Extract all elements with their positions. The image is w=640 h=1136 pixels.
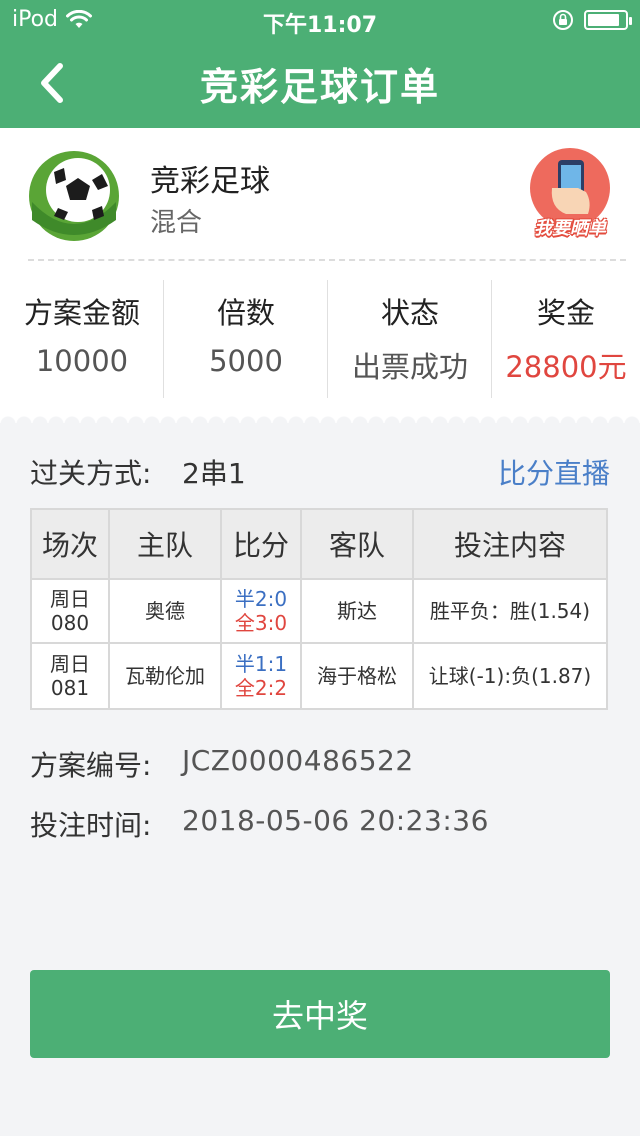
pass-type-label: 过关方式: bbox=[30, 457, 152, 490]
status-time: 下午11:07 bbox=[262, 13, 378, 38]
stat-status: 状态 出票成功 bbox=[328, 280, 492, 398]
match-cell: 周日 080 bbox=[32, 580, 110, 642]
match-cell: 周日 081 bbox=[32, 644, 110, 708]
away-team: 斯达 bbox=[302, 580, 414, 642]
stats-row: 方案金额 10000 倍数 5000 状态 出票成功 奖金 28800元 bbox=[0, 280, 640, 400]
soccer-ball-icon bbox=[29, 151, 119, 241]
bet-time-label: 投注时间: bbox=[30, 809, 152, 842]
stat-value: 出票成功 bbox=[351, 350, 468, 384]
battery-icon bbox=[584, 10, 632, 30]
bet-content: 让球(-1):负(1.87) bbox=[428, 664, 592, 688]
share-order-button[interactable]: 我要晒单 bbox=[524, 148, 614, 244]
scheme-id-value: JCZ0000486522 bbox=[182, 744, 414, 777]
scheme-id-label: 方案编号: bbox=[30, 749, 152, 782]
scalloped-edge bbox=[0, 410, 640, 424]
lottery-play-type: 混合 bbox=[150, 208, 203, 238]
divider bbox=[28, 259, 626, 261]
full-time-score: 全2:2 bbox=[234, 676, 288, 700]
app-header: iPod 下午11:07 竞彩足球订单 bbox=[0, 0, 640, 128]
lottery-name: 竞彩足球 bbox=[150, 164, 270, 199]
match-table: 场次 主队 比分 客队 投注内容 周日 080 奥德 半2:0 全3:0 斯达 … bbox=[30, 508, 608, 710]
score-cell: 半1:1 全2:2 bbox=[222, 644, 302, 708]
home-team: 瓦勒伦加 bbox=[110, 644, 222, 708]
go-win-button[interactable]: 去中奖 bbox=[30, 970, 610, 1058]
match-number: 080 bbox=[50, 611, 90, 635]
battery-fill bbox=[588, 14, 619, 26]
full-time-score: 全3:0 bbox=[234, 611, 288, 635]
status-bar: iPod 下午11:07 bbox=[0, 0, 640, 40]
half-time-score: 半1:1 bbox=[234, 652, 288, 676]
header-cell: 场次 bbox=[32, 510, 110, 578]
stat-value: 10000 bbox=[35, 344, 129, 378]
header-cell: 客队 bbox=[302, 510, 414, 578]
rotation-lock-icon bbox=[553, 10, 573, 30]
stat-label: 方案金额 bbox=[23, 296, 140, 330]
stat-label: 状态 bbox=[380, 296, 439, 330]
match-number: 081 bbox=[50, 676, 90, 700]
half-time-score: 半2:0 bbox=[234, 587, 288, 611]
match-day: 周日 bbox=[50, 652, 90, 676]
away-team: 海于格松 bbox=[302, 644, 414, 708]
pass-type-value: 2串1 bbox=[182, 457, 246, 490]
stat-prize: 奖金 28800元 bbox=[492, 280, 640, 398]
home-team: 奥德 bbox=[110, 580, 222, 642]
stat-label: 倍数 bbox=[216, 296, 275, 330]
stat-value: 5000 bbox=[209, 344, 283, 378]
header-cell: 主队 bbox=[110, 510, 222, 578]
score-cell: 半2:0 全3:0 bbox=[222, 580, 302, 642]
live-score-link[interactable]: 比分直播 bbox=[498, 452, 610, 492]
bet-time-value: 2018-05-06 20:23:36 bbox=[182, 804, 489, 837]
order-summary-card: 竞彩足球 混合 我要晒单 方案金额 10000 倍数 5000 状态 出票成功 bbox=[0, 128, 640, 424]
page-title: 竞彩足球订单 bbox=[199, 65, 440, 109]
table-row: 周日 081 瓦勒伦加 半1:1 全2:2 海于格松 让球(-1):负(1.87… bbox=[32, 644, 606, 708]
header-cell: 比分 bbox=[222, 510, 302, 578]
match-day: 周日 bbox=[50, 587, 90, 611]
table-header: 场次 主队 比分 客队 投注内容 bbox=[32, 510, 606, 580]
status-right bbox=[552, 9, 632, 31]
stat-multiple: 倍数 5000 bbox=[164, 280, 328, 398]
table-row: 周日 080 奥德 半2:0 全3:0 斯达 胜平负：胜(1.54) bbox=[32, 580, 606, 644]
stat-label: 奖金 bbox=[536, 296, 595, 330]
share-label: 我要晒单 bbox=[534, 218, 606, 239]
prize-amount: 28800元 bbox=[505, 350, 627, 384]
bet-content: 胜平负：胜(1.54) bbox=[429, 599, 591, 623]
stat-amount: 方案金额 10000 bbox=[0, 280, 164, 398]
header-cell: 投注内容 bbox=[453, 529, 566, 562]
